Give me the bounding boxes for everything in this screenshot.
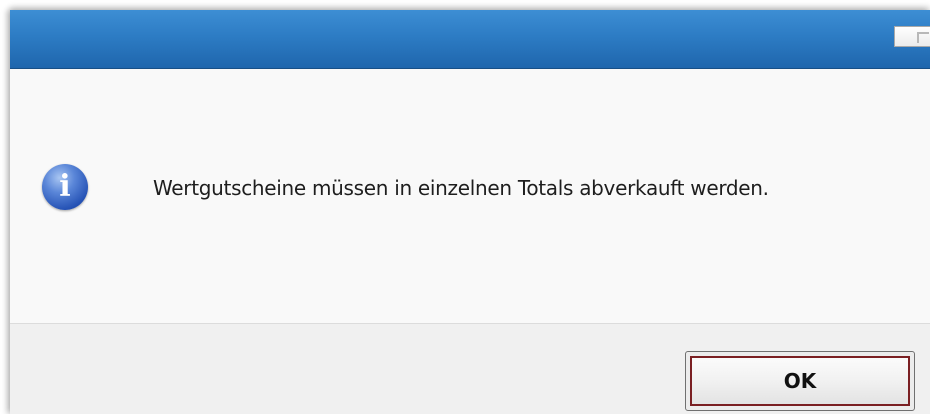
window-control-icon bbox=[917, 32, 929, 43]
dialog-titlebar bbox=[10, 10, 930, 69]
ok-button-label: OK bbox=[690, 356, 910, 406]
message-dialog: i Wertgutscheine müssen in einzelnen Tot… bbox=[10, 10, 930, 414]
dialog-footer: OK bbox=[10, 323, 930, 414]
information-icon: i bbox=[42, 164, 88, 210]
window-control-button[interactable] bbox=[894, 26, 930, 47]
ok-button[interactable]: OK bbox=[685, 351, 915, 411]
screen: i Wertgutscheine müssen in einzelnen Tot… bbox=[0, 0, 930, 414]
dialog-message: Wertgutscheine müssen in einzelnen Total… bbox=[153, 176, 769, 200]
information-icon-glyph: i bbox=[59, 169, 71, 204]
dialog-content: i Wertgutscheine müssen in einzelnen Tot… bbox=[10, 69, 930, 323]
